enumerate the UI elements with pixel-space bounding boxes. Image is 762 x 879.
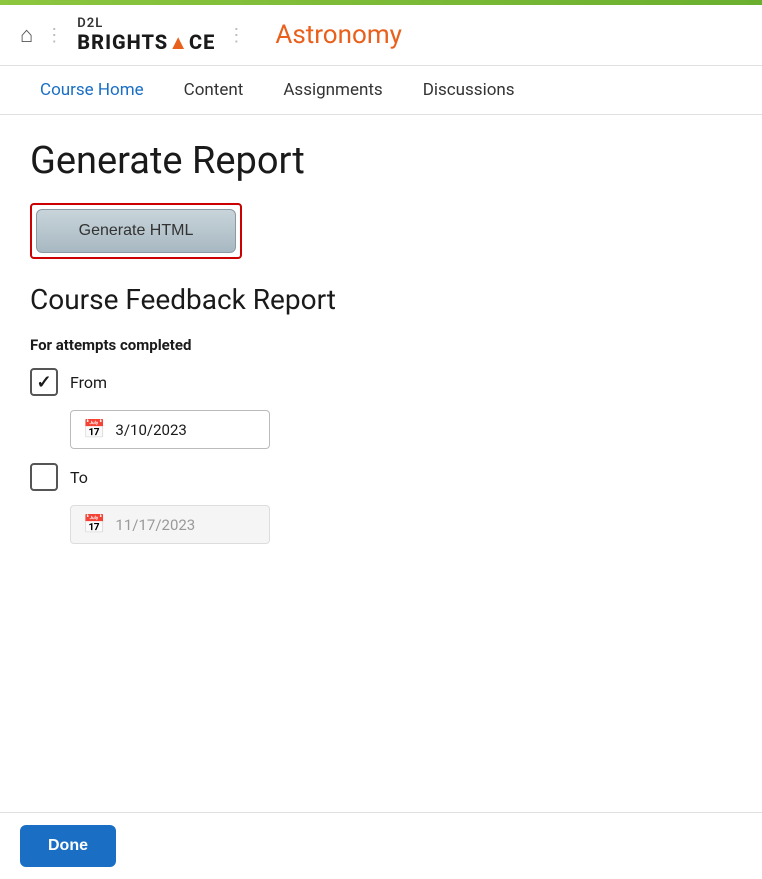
from-date-input[interactable]: 📅 3/10/2023 <box>70 410 270 449</box>
calendar-to-icon: 📅 <box>83 514 105 535</box>
to-row: To <box>30 463 732 491</box>
logo: D2L BRIGHTS▲CE <box>77 17 215 53</box>
section-title: Course Feedback Report <box>30 283 732 316</box>
course-name: Astronomy <box>275 20 402 50</box>
from-row: ✓ From <box>30 368 732 396</box>
page-title: Generate Report <box>30 139 732 183</box>
logo-brightspace-text: BRIGHTS▲CE <box>77 31 215 53</box>
main-content: Generate Report Generate HTML Course Fee… <box>0 115 762 568</box>
header-divider-1: ⋮ <box>45 25 65 46</box>
nav-item-assignments[interactable]: Assignments <box>263 66 402 114</box>
to-date-container: 📅 11/17/2023 <box>70 505 732 544</box>
logo-fire-accent: ▲ <box>168 31 189 53</box>
nav-item-content[interactable]: Content <box>164 66 264 114</box>
to-label: To <box>70 468 110 487</box>
generate-btn-highlight: Generate HTML <box>30 203 242 259</box>
calendar-from-icon: 📅 <box>83 419 105 440</box>
home-icon[interactable]: ⌂ <box>20 22 33 48</box>
footer-bar: Done <box>0 812 762 879</box>
nav-bar: Course Home Content Assignments Discussi… <box>0 66 762 115</box>
header: ⌂ ⋮ D2L BRIGHTS▲CE ⋮ Astronomy <box>0 5 762 66</box>
from-date-value: 3/10/2023 <box>115 421 186 439</box>
done-button[interactable]: Done <box>20 825 116 867</box>
to-date-value: 11/17/2023 <box>115 516 195 534</box>
header-divider-2: ⋮ <box>227 25 247 46</box>
logo-d2l-text: D2L <box>77 17 215 31</box>
from-label: From <box>70 373 110 392</box>
nav-item-discussions[interactable]: Discussions <box>403 66 535 114</box>
form-label: For attempts completed <box>30 336 732 354</box>
to-checkbox[interactable] <box>30 463 58 491</box>
checkmark-icon: ✓ <box>36 372 51 393</box>
to-date-input[interactable]: 📅 11/17/2023 <box>70 505 270 544</box>
nav-item-course-home[interactable]: Course Home <box>20 66 164 114</box>
from-checkbox[interactable]: ✓ <box>30 368 58 396</box>
from-date-container: 📅 3/10/2023 <box>70 410 732 449</box>
generate-html-button[interactable]: Generate HTML <box>36 209 236 253</box>
